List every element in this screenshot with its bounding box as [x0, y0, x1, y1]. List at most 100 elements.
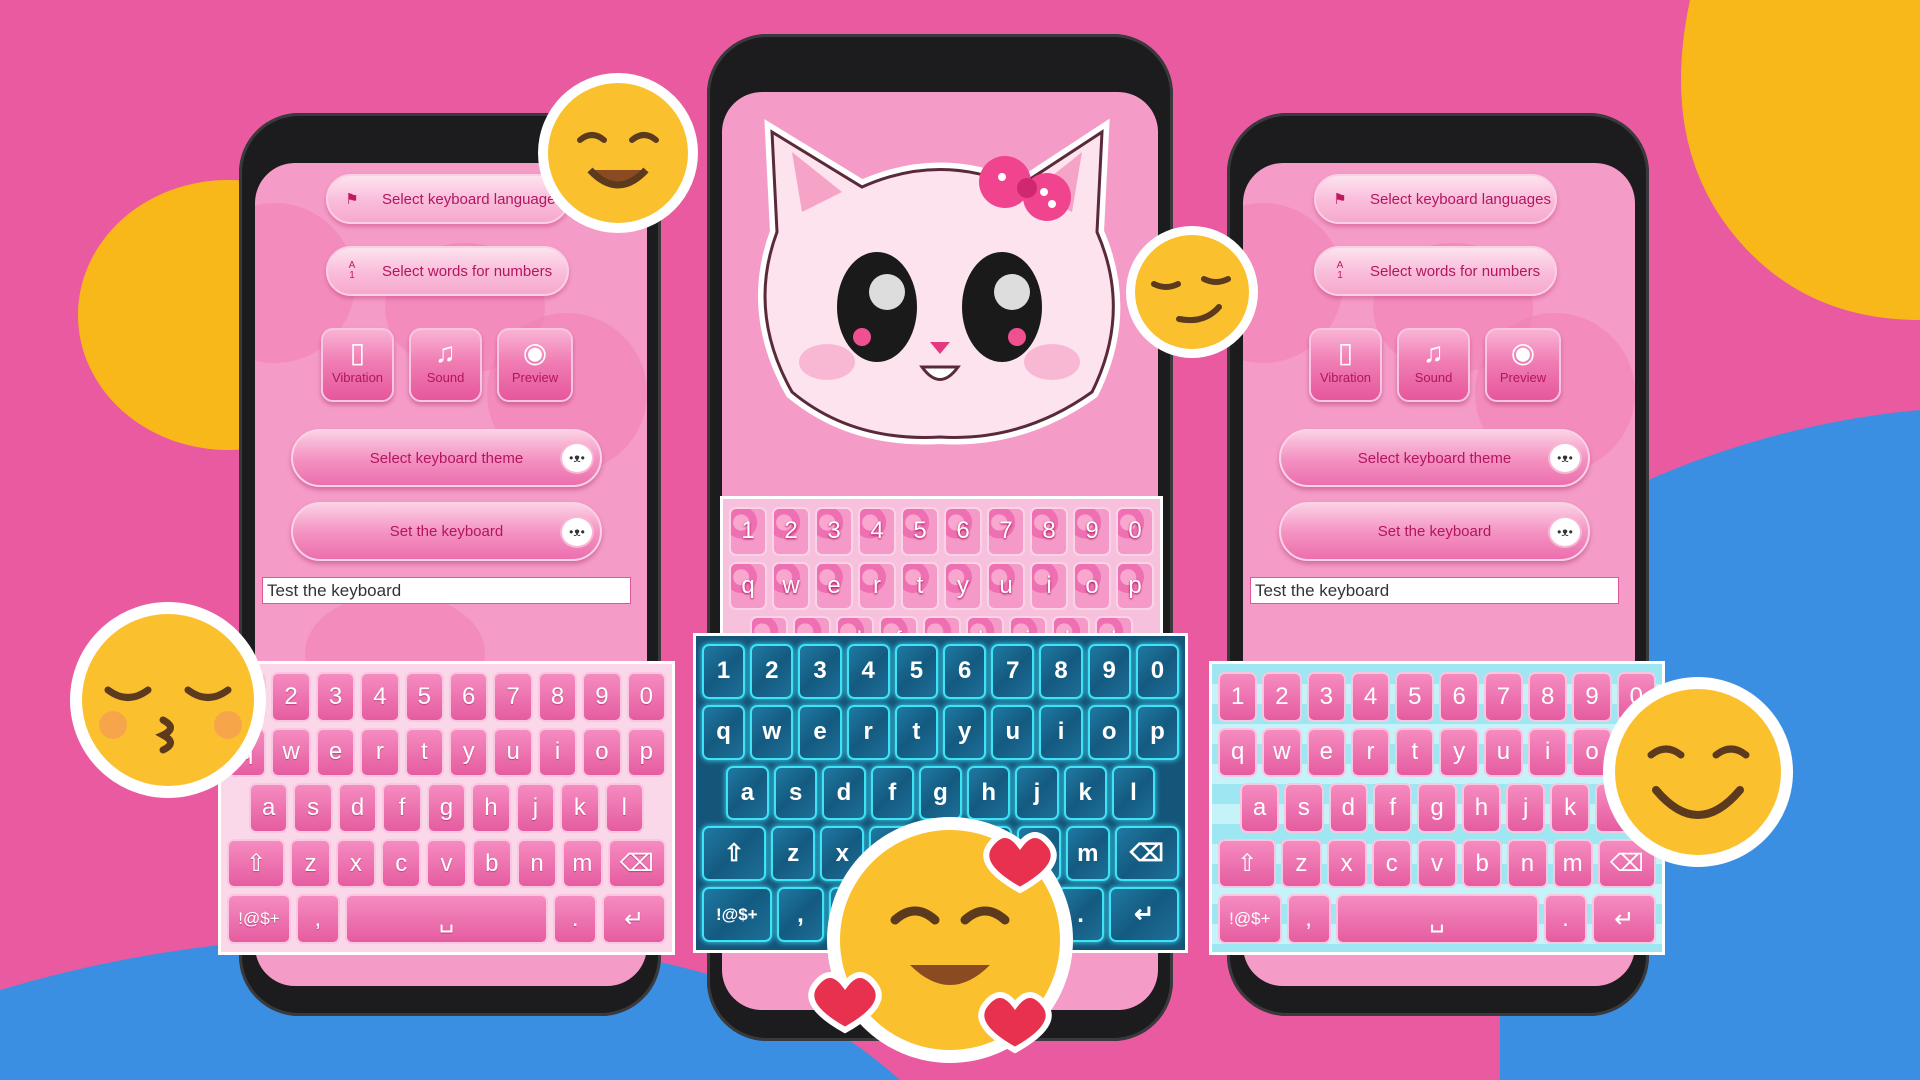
key-3[interactable]: 3 — [1306, 672, 1346, 722]
key-q[interactable]: q — [1218, 727, 1258, 778]
vibration-button[interactable]: ▯ Vibration — [1309, 328, 1382, 402]
key-j[interactable]: j — [1015, 765, 1059, 821]
sound-button[interactable]: ♫ Sound — [409, 328, 482, 402]
key-u[interactable]: u — [991, 704, 1035, 760]
key-5[interactable]: 5 — [901, 507, 939, 556]
enter-key[interactable]: ↵ — [1109, 887, 1179, 942]
key-w[interactable]: w — [750, 704, 794, 760]
set-keyboard-button[interactable]: Set the keyboard •ᴥ• — [1279, 502, 1590, 561]
backspace-key[interactable]: ⌫ — [1114, 826, 1179, 882]
key-8[interactable]: 8 — [537, 672, 578, 722]
key-y[interactable]: y — [1439, 727, 1479, 778]
key-4[interactable]: 4 — [846, 644, 890, 699]
key-4[interactable]: 4 — [1350, 672, 1391, 722]
key-i[interactable]: i — [1528, 727, 1568, 778]
key-2[interactable]: 2 — [271, 672, 311, 722]
key-q[interactable]: q — [729, 561, 767, 611]
enter-key[interactable]: ↵ — [1592, 894, 1656, 944]
key-o[interactable]: o — [1073, 561, 1111, 611]
key-i[interactable]: i — [1039, 704, 1083, 760]
key-m[interactable]: m — [562, 838, 603, 889]
key-s[interactable]: s — [293, 783, 333, 833]
key-6[interactable]: 6 — [449, 672, 489, 722]
shift-key[interactable]: ⇧ — [227, 838, 286, 889]
preview-button[interactable]: ◉ Preview — [1485, 328, 1561, 402]
key-l[interactable]: l — [604, 783, 645, 833]
key-,[interactable]: , — [1286, 894, 1331, 944]
key-e[interactable]: e — [815, 561, 853, 611]
key-e[interactable]: e — [798, 704, 842, 760]
key-9[interactable]: 9 — [1073, 507, 1111, 556]
key-d[interactable]: d — [1328, 783, 1368, 833]
key-k[interactable]: k — [560, 783, 600, 833]
key-y[interactable]: y — [449, 727, 489, 778]
key-5[interactable]: 5 — [404, 672, 445, 722]
key-u[interactable]: u — [1483, 727, 1524, 778]
key-l[interactable]: l — [1111, 765, 1156, 821]
key-r[interactable]: r — [846, 704, 890, 760]
sound-button[interactable]: ♫ Sound — [1397, 328, 1470, 402]
key-3[interactable]: 3 — [815, 507, 853, 556]
key-8[interactable]: 8 — [1030, 507, 1068, 556]
key-w[interactable]: w — [271, 727, 311, 778]
key-4[interactable]: 4 — [360, 672, 400, 722]
select-words-numbers-button[interactable]: A 1 Select words for numbers — [326, 246, 569, 296]
key-f[interactable]: f — [382, 783, 422, 833]
key-s[interactable]: s — [774, 765, 818, 821]
key-g[interactable]: g — [918, 765, 963, 821]
key-w[interactable]: w — [772, 561, 810, 611]
key-3[interactable]: 3 — [315, 672, 356, 722]
key-w[interactable]: w — [1262, 727, 1302, 778]
key-.[interactable]: . — [553, 894, 598, 944]
key-i[interactable]: i — [537, 727, 578, 778]
key-j[interactable]: j — [1506, 783, 1546, 833]
key-r[interactable]: r — [1350, 727, 1391, 778]
key-2[interactable]: 2 — [772, 507, 810, 556]
test-keyboard-input[interactable]: Test the keyboard — [262, 577, 631, 604]
key-b[interactable]: b — [471, 838, 512, 889]
key-5[interactable]: 5 — [894, 644, 939, 699]
key-k[interactable]: k — [1550, 783, 1590, 833]
key-9[interactable]: 9 — [582, 672, 622, 722]
key-u[interactable]: u — [987, 561, 1025, 611]
key-z[interactable]: z — [1281, 838, 1322, 889]
key-v[interactable]: v — [426, 838, 467, 889]
key-p[interactable]: p — [1116, 561, 1154, 611]
key-8[interactable]: 8 — [1528, 672, 1568, 722]
key-g[interactable]: g — [1417, 783, 1457, 833]
key-q[interactable]: q — [702, 704, 746, 760]
key-j[interactable]: j — [515, 783, 556, 833]
key-t[interactable]: t — [901, 561, 939, 611]
key-4[interactable]: 4 — [858, 507, 896, 556]
key-t[interactable]: t — [894, 704, 939, 760]
key-z[interactable]: z — [290, 838, 331, 889]
key-m[interactable]: m — [1552, 838, 1593, 889]
key-2[interactable]: 2 — [750, 644, 794, 699]
select-words-numbers-button[interactable]: A 1 Select words for numbers — [1314, 246, 1557, 296]
key-d[interactable]: d — [337, 783, 378, 833]
key-e[interactable]: e — [315, 727, 356, 778]
key-3[interactable]: 3 — [798, 644, 842, 699]
key-s[interactable]: s — [1284, 783, 1324, 833]
key-6[interactable]: 6 — [943, 644, 987, 699]
key-d[interactable]: d — [822, 765, 866, 821]
space-key[interactable]: ␣ — [1335, 894, 1539, 944]
test-keyboard-input[interactable]: Test the keyboard — [1250, 577, 1619, 604]
shift-key[interactable]: ⇧ — [1218, 838, 1277, 889]
set-keyboard-button[interactable]: Set the keyboard •ᴥ• — [291, 502, 602, 561]
key-g[interactable]: g — [426, 783, 467, 833]
key-1[interactable]: 1 — [1218, 672, 1258, 722]
key-a[interactable]: a — [725, 765, 770, 821]
vibration-button[interactable]: ▯ Vibration — [321, 328, 394, 402]
key-r[interactable]: r — [360, 727, 400, 778]
key-t[interactable]: t — [1395, 727, 1435, 778]
shift-key[interactable]: ⇧ — [702, 826, 767, 882]
key-y[interactable]: y — [943, 704, 987, 760]
key-o[interactable]: o — [1087, 704, 1131, 760]
key-h[interactable]: h — [471, 783, 511, 833]
key-5[interactable]: 5 — [1395, 672, 1435, 722]
key-7[interactable]: 7 — [987, 507, 1025, 556]
key-k[interactable]: k — [1063, 765, 1107, 821]
key-h[interactable]: h — [967, 765, 1011, 821]
symbols-key[interactable]: !@$+ — [227, 894, 291, 944]
